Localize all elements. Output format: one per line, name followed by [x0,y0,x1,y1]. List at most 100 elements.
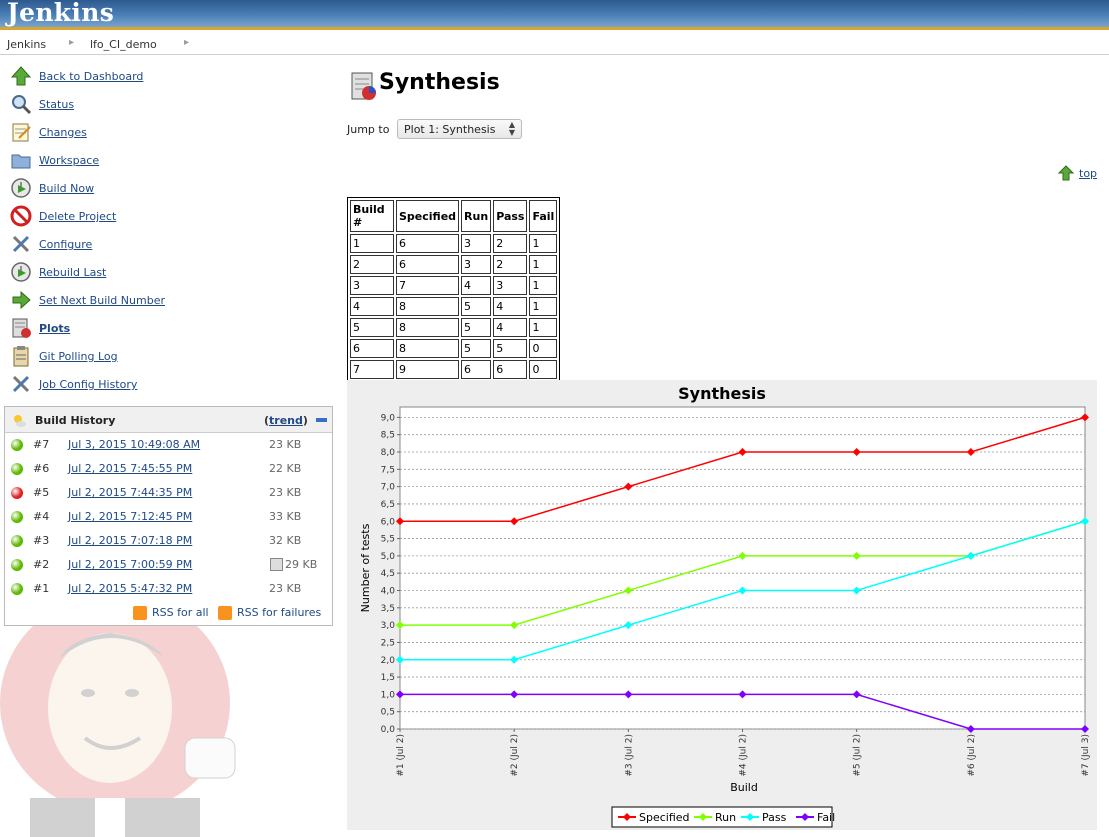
task-link[interactable]: Set Next Build Number [39,294,165,307]
table-header-cell: Pass [493,200,528,232]
table-row: 68550 [350,339,558,358]
rss-failures-link[interactable]: RSS for failures [237,606,321,619]
task-git-polling-log[interactable]: Git Polling Log [8,342,328,370]
task-build-now[interactable]: Build Now [8,174,328,202]
breadcrumb: Jenkins ▸ lfo_CI_demo ▸ [0,33,1109,55]
build-date-link[interactable]: Jul 2, 2015 7:45:55 PM [68,462,192,475]
table-cell: 1 [529,255,558,274]
table-cell: 5 [493,339,528,358]
table-row: 26321 [350,255,558,274]
jenkins-mascot-icon [0,598,236,837]
table-cell: 6 [350,339,394,358]
folder-icon [11,154,31,169]
task-link[interactable]: Delete Project [39,210,116,223]
table-cell: 1 [529,234,558,253]
y-tick-label: 8,0 [381,448,396,458]
build-number[interactable]: #3 [33,534,49,547]
task-link[interactable]: Back to Dashboard [39,70,143,83]
task-link[interactable]: Changes [39,126,87,139]
jenkins-logo[interactable]: Jenkins [7,0,114,27]
build-size: 32 KB [269,534,302,547]
task-job-config-history[interactable]: Job Config History [8,370,328,398]
breadcrumb-separator-icon: ▸ [184,37,190,48]
console-output-icon[interactable] [270,558,283,571]
task-link[interactable]: Git Polling Log [39,350,118,363]
jump-to-select[interactable]: Plot 1: Synthesis ▲ ▼ [397,119,522,139]
build-number[interactable]: #4 [33,510,49,523]
table-cell: 7 [396,276,460,295]
table-cell: 4 [350,297,394,316]
build-size: 22 KB [269,462,302,475]
no-entry-icon [10,205,32,227]
task-link[interactable]: Build Now [39,182,94,195]
build-date-link[interactable]: Jul 2, 2015 7:00:59 PM [68,558,192,571]
task-link[interactable]: Rebuild Last [39,266,106,279]
table-cell: 5 [461,339,492,358]
table-row: 37431 [350,276,558,295]
notepad-icon [12,123,31,142]
task-set-next-build-number[interactable]: Set Next Build Number [8,286,328,314]
table-cell: 6 [461,360,492,379]
build-status-ball-icon [11,487,23,499]
build-number[interactable]: #2 [33,558,49,571]
build-history-row: #5 Jul 2, 2015 7:44:35 PM 23 KB [5,481,332,505]
task-link[interactable]: Status [39,98,74,111]
task-status[interactable]: Status [8,90,328,118]
build-number[interactable]: #1 [33,582,49,595]
clock-play-icon [11,178,31,198]
task-rebuild-last[interactable]: Rebuild Last [8,258,328,286]
x-tick-label: #5 (Jul 2) [853,734,863,777]
y-tick-label: 1,0 [381,690,396,700]
table-header-cell: Specified [396,200,460,232]
breadcrumb-item-jenkins[interactable]: Jenkins [7,38,46,51]
breadcrumb-item-project[interactable]: lfo_CI_demo [90,38,157,51]
task-workspace[interactable]: Workspace [8,146,328,174]
build-status-ball-icon [11,559,23,571]
build-number[interactable]: #5 [33,486,49,499]
build-date-link[interactable]: Jul 2, 2015 5:47:32 PM [68,582,192,595]
table-header-cell: Build # [350,200,394,232]
x-axis-label: Build [730,781,758,794]
build-number[interactable]: #7 [33,438,49,451]
y-tick-label: 1,5 [381,673,395,683]
collapse-icon[interactable] [316,418,327,422]
x-tick-label: #1 (Jul 2) [396,734,406,777]
task-link[interactable]: Plots [39,322,70,335]
rss-all-link[interactable]: RSS for all [152,606,209,619]
y-tick-label: 6,5 [381,500,395,510]
build-date-link[interactable]: Jul 2, 2015 7:07:18 PM [68,534,192,547]
task-changes[interactable]: Changes [8,118,328,146]
table-cell: 6 [396,255,460,274]
table-header-cell: Run [461,200,492,232]
x-tick-label: #2 (Jul 2) [510,734,520,777]
task-link[interactable]: Workspace [39,154,99,167]
table-cell: 0 [529,339,558,358]
up-arrow-icon[interactable] [1058,165,1074,181]
task-link[interactable]: Job Config History [39,378,137,391]
trend-link[interactable]: trend [269,414,303,427]
build-size: 23 KB [269,438,302,451]
table-cell: 3 [493,276,528,295]
table-cell: 6 [493,360,528,379]
task-link[interactable]: Configure [39,238,92,251]
table-cell: 4 [493,297,528,316]
y-tick-label: 7,0 [381,483,396,493]
table-cell: 5 [461,318,492,337]
task-delete-project[interactable]: Delete Project [8,202,328,230]
top-link[interactable]: top [1079,167,1097,180]
task-back-to-dashboard[interactable]: Back to Dashboard [8,62,328,90]
table-cell: 4 [461,276,492,295]
build-date-link[interactable]: Jul 2, 2015 7:44:35 PM [68,486,192,499]
build-date-link[interactable]: Jul 3, 2015 10:49:08 AM [68,438,200,451]
build-date-link[interactable]: Jul 2, 2015 7:12:45 PM [68,510,192,523]
breadcrumb-separator-icon: ▸ [69,37,75,48]
task-configure[interactable]: Configure [8,230,328,258]
y-tick-label: 5,5 [381,535,395,545]
y-tick-label: 3,5 [381,604,395,614]
build-size: 33 KB [269,510,302,523]
legend-label: Fail [817,811,835,824]
right-arrow-icon [12,290,31,310]
task-plots[interactable]: Plots [8,314,328,342]
table-cell: 6 [396,234,460,253]
build-number[interactable]: #6 [33,462,49,475]
